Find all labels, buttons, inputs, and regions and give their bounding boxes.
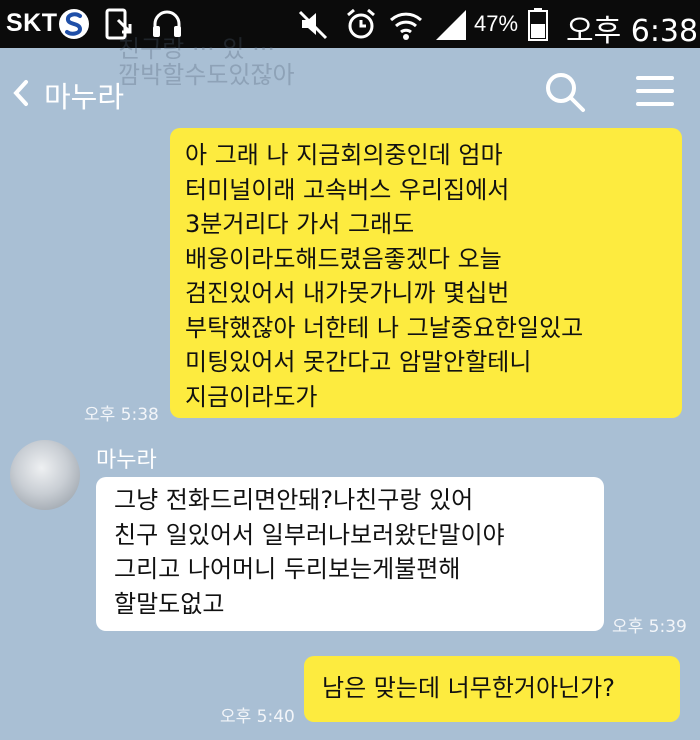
message-line: 할말도없고 (114, 589, 225, 618)
mute-icon (298, 10, 328, 40)
my-message-bubble[interactable]: 아 그래 나 지금회의중인데 엄마 터미널이래 고속버스 우리집에서 3분거리다… (170, 128, 682, 418)
received-message-bubble[interactable]: 그냥 전화드리면안돼?나친구랑 있어 친구 일있어서 일부러나보러왔단말이야 그… (96, 477, 604, 631)
status-clock: 오후 6:38 (566, 14, 699, 49)
message-line: 3분거리다 가서 그래도 (185, 210, 415, 238)
samsung-s-icon (59, 9, 89, 39)
carrier-label: SKT (6, 9, 58, 37)
message-line: 지금이라도가 (185, 382, 318, 411)
hamburger-menu-icon[interactable] (636, 76, 674, 115)
message-line: 아 그래 나 지금회의중인데 엄마 (185, 141, 503, 169)
wifi-icon (389, 12, 423, 40)
message-timestamp: 오후 5:38 (84, 405, 159, 425)
message-line: 터미널이래 고속버스 우리집에서 (185, 175, 510, 204)
status-bar: SKT 47% 오후 6:38 (0, 0, 700, 49)
message-timestamp: 오후 5:39 (612, 617, 687, 637)
scrolled-ghost-text: 친구랑 ··· 있 ··· 깜박할수도있잖아 (118, 35, 295, 89)
message-line: 그리고 나어머니 두리보는게불편해 (114, 555, 461, 583)
sender-name: 마누라 (96, 448, 157, 473)
signal-icon (436, 10, 466, 40)
message-line: 배웅이라도해드렸음좋겠다 오늘 (185, 244, 502, 273)
my-message-bubble[interactable]: 남은 맞는데 너무한거아닌가? (304, 656, 680, 722)
message-timestamp: 오후 5:40 (220, 707, 295, 727)
battery-icon (528, 8, 548, 41)
message-line: 부탁했잖아 너한테 나 그날중요한일있고 (185, 313, 584, 342)
chat-header: 친구랑 ··· 있 ··· 깜박할수도있잖아 마누라 (0, 36, 700, 138)
avatar[interactable] (10, 440, 80, 510)
search-icon[interactable] (543, 70, 587, 114)
message-line: 그냥 전화드리면안돼?나친구랑 있어 (114, 486, 474, 514)
message-line: 미팅있어서 못간다고 암말안할테니 (185, 348, 532, 376)
alarm-icon (347, 8, 375, 39)
battery-percent: 47% (474, 11, 519, 36)
chat-title[interactable]: 마누라 (44, 74, 124, 116)
message-line: 검진있어서 내가못가니까 몇십번 (185, 279, 510, 307)
chevron-left-icon[interactable] (10, 78, 32, 108)
message-line: 남은 맞는데 너무한거아닌가? (322, 674, 615, 702)
message-line: 친구 일있어서 일부러나보러왔단말이야 (114, 520, 505, 549)
